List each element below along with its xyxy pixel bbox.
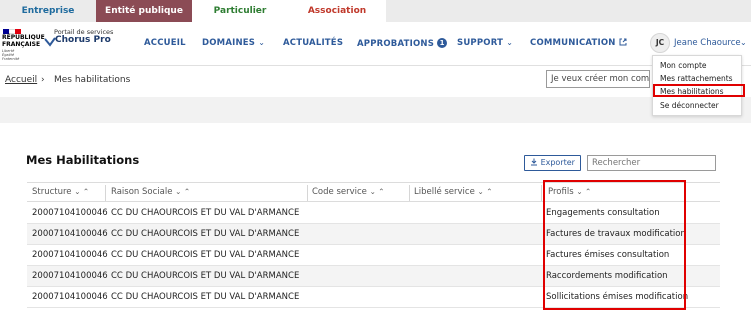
- approbations-count-badge: 1: [437, 38, 448, 48]
- cell-raison-sociale: CC DU CHAOURCOIS ET DU VAL D'ARMANCE: [111, 208, 300, 218]
- sort-icon[interactable]: ⌄ ⌃: [478, 187, 493, 196]
- republique-francaise-logo[interactable]: RÉPUBLIQUE FRANÇAISE: [2, 34, 45, 48]
- tab-association[interactable]: Association: [288, 0, 386, 22]
- user-avatar[interactable]: JC: [650, 33, 670, 53]
- col-header-libelle-service[interactable]: Libellé service ⌄ ⌃: [414, 187, 492, 197]
- nav-actualites-label: ACTUALITÉS: [283, 38, 344, 48]
- nav-domaines[interactable]: DOMAINES ⌄: [202, 38, 265, 48]
- rf-motto: Liberté Égalité Fraternité: [2, 49, 20, 61]
- nav-support[interactable]: SUPPORT ⌄: [457, 38, 513, 48]
- page-title: Mes Habilitations: [26, 153, 140, 167]
- column-divider: [307, 185, 308, 201]
- cell-raison-sociale: CC DU CHAOURCOIS ET DU VAL D'ARMANCE: [111, 271, 300, 281]
- tab-particulier[interactable]: Particulier: [192, 0, 288, 22]
- external-link-icon: [619, 38, 627, 46]
- breadcrumb-home-link[interactable]: Accueil: [5, 75, 37, 85]
- download-icon: [531, 158, 538, 166]
- user-name[interactable]: Jeane Chaource: [674, 38, 741, 48]
- audience-tab-bar: Entreprise Entité publique Particulier A…: [0, 0, 751, 22]
- nav-communication-label: COMMUNICATION: [530, 38, 616, 48]
- cell-raison-sociale: CC DU CHAOURCOIS ET DU VAL D'ARMANCE: [111, 250, 300, 260]
- menu-item-mes-rattachements[interactable]: Mes rattachements: [660, 74, 733, 83]
- search-input[interactable]: [587, 155, 716, 171]
- cell-structure: 20007104100046: [32, 271, 108, 281]
- breadcrumb-current: Mes habilitations: [54, 75, 131, 85]
- chevron-down-icon[interactable]: ⌄: [740, 38, 747, 47]
- nav-approbations[interactable]: APPROBATIONS 1: [357, 38, 448, 49]
- menu-item-mon-compte[interactable]: Mon compte: [660, 61, 707, 70]
- col-structure-label: Structure: [32, 187, 72, 197]
- col-raison-label: Raison Sociale: [111, 187, 173, 197]
- export-label: Exporter: [540, 158, 575, 167]
- tab-entite-publique[interactable]: Entité publique: [96, 0, 192, 22]
- export-button[interactable]: Exporter: [524, 155, 581, 171]
- highlight-box-menu: [653, 84, 745, 97]
- cell-structure: 20007104100046: [32, 229, 108, 239]
- col-libelle-label: Libellé service: [414, 187, 475, 197]
- column-divider: [541, 185, 542, 201]
- rf-line-2: FRANÇAISE: [2, 40, 41, 48]
- cell-raison-sociale: CC DU CHAOURCOIS ET DU VAL D'ARMANCE: [111, 292, 300, 302]
- cell-structure: 20007104100046: [32, 250, 108, 260]
- nav-accueil[interactable]: ACCUEIL: [144, 38, 186, 48]
- cell-raison-sociale: CC DU CHAOURCOIS ET DU VAL D'ARMANCE: [111, 229, 300, 239]
- nav-support-label: SUPPORT: [457, 38, 504, 48]
- col-code-label: Code service: [312, 187, 367, 197]
- col-header-raison-sociale[interactable]: Raison Sociale ⌄ ⌃: [111, 187, 190, 197]
- cell-structure: 20007104100046: [32, 292, 108, 302]
- col-header-structure[interactable]: Structure ⌄ ⌃: [32, 187, 89, 197]
- cell-structure: 20007104100046: [32, 208, 108, 218]
- col-header-code-service[interactable]: Code service ⌄ ⌃: [312, 187, 385, 197]
- sort-icon[interactable]: ⌄ ⌃: [175, 187, 190, 196]
- site-header: RÉPUBLIQUE FRANÇAISE Liberté Égalité Fra…: [0, 22, 751, 66]
- chevron-down-icon: ⌄: [506, 38, 514, 47]
- nav-domaines-label: DOMAINES: [202, 38, 256, 48]
- nav-accueil-label: ACCUEIL: [144, 38, 186, 48]
- create-account-input[interactable]: Je veux créer mon compte: [546, 70, 650, 88]
- nav-approbations-label: APPROBATIONS: [357, 39, 435, 49]
- column-divider: [409, 185, 410, 201]
- menu-item-se-deconnecter[interactable]: Se déconnecter: [660, 101, 719, 110]
- breadcrumb-separator: ›: [41, 75, 45, 85]
- sort-icon[interactable]: ⌄ ⌃: [74, 187, 89, 196]
- nav-communication[interactable]: COMMUNICATION: [530, 38, 627, 48]
- chevron-down-icon: ⌄: [258, 38, 266, 47]
- product-name[interactable]: Chorus Pro: [55, 35, 111, 45]
- sort-icon[interactable]: ⌄ ⌃: [370, 187, 385, 196]
- tab-entreprise[interactable]: Entreprise: [0, 0, 96, 22]
- nav-actualites[interactable]: ACTUALITÉS: [283, 38, 343, 48]
- column-divider: [105, 185, 106, 201]
- page-band: [0, 97, 751, 123]
- highlight-box-profils: [543, 180, 686, 310]
